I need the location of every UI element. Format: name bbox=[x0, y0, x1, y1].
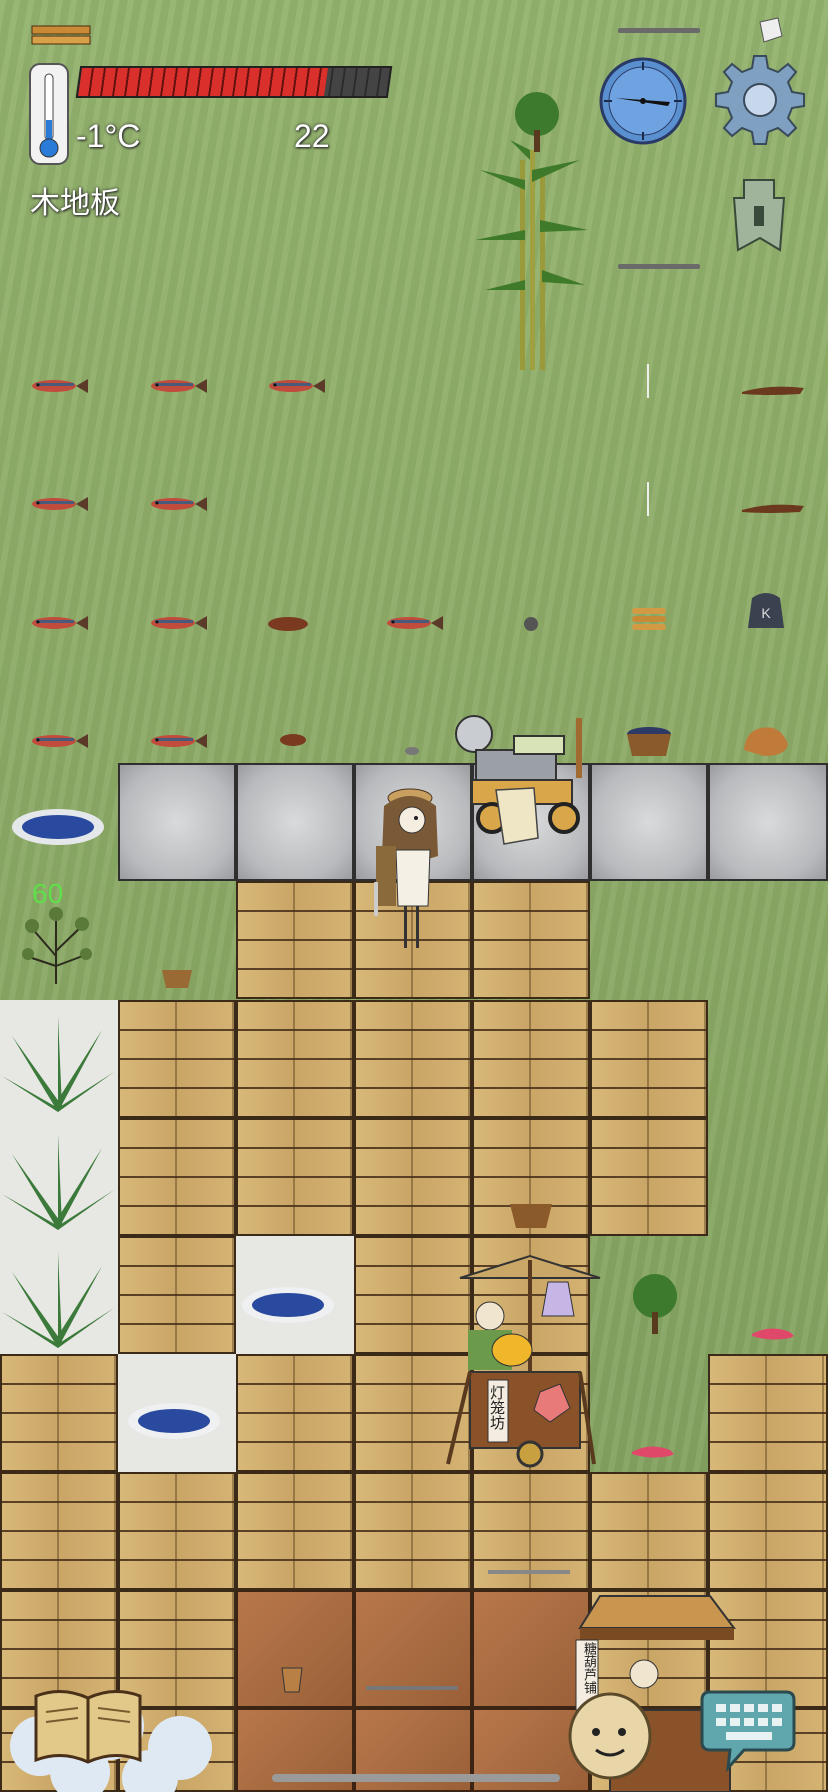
dirt-clump-item[interactable] bbox=[265, 612, 311, 632]
game-world[interactable]: K 60 灯笼坊 糖葫芦铺 bbox=[0, 0, 828, 1792]
water-pond[interactable] bbox=[240, 1284, 336, 1326]
counter-readout: 22 bbox=[294, 118, 330, 154]
bamboo-plant[interactable] bbox=[470, 140, 590, 370]
wood-floor-tile[interactable] bbox=[354, 1472, 472, 1590]
wood-floor-tile[interactable] bbox=[0, 1354, 118, 1472]
wood-floor-tile[interactable] bbox=[0, 1472, 118, 1590]
top-divider bbox=[618, 28, 700, 33]
radish-item[interactable] bbox=[630, 1442, 676, 1462]
health-bar bbox=[75, 66, 393, 98]
flatbread-stack-item[interactable] bbox=[630, 604, 668, 634]
fish-item[interactable] bbox=[145, 731, 207, 751]
wood-floor-tile[interactable] bbox=[118, 1236, 236, 1354]
small-tree[interactable] bbox=[628, 1272, 682, 1336]
fish-item[interactable] bbox=[26, 731, 88, 751]
agave-plant[interactable] bbox=[2, 1134, 114, 1234]
radish-item[interactable] bbox=[750, 1324, 796, 1344]
wood-floor-tile[interactable] bbox=[708, 1472, 828, 1590]
wooden-bucket-item[interactable] bbox=[280, 1664, 304, 1694]
book-icon[interactable] bbox=[32, 1686, 144, 1766]
wood-floor-tile[interactable] bbox=[236, 1472, 354, 1590]
home-indicator[interactable] bbox=[272, 1774, 560, 1782]
fish-item[interactable] bbox=[263, 376, 325, 396]
iron-weight-item[interactable]: K bbox=[744, 586, 788, 632]
wood-floor-tile[interactable] bbox=[590, 1118, 708, 1236]
svg-text:K: K bbox=[761, 605, 771, 621]
water-pond[interactable] bbox=[10, 806, 106, 848]
crafting-cart[interactable] bbox=[454, 710, 594, 858]
stone-item[interactable] bbox=[404, 746, 420, 756]
stone-floor-tile[interactable] bbox=[118, 763, 236, 881]
stone-floor-tile[interactable] bbox=[590, 763, 708, 881]
bone-needle-item[interactable] bbox=[645, 482, 651, 516]
potato-face-icon[interactable] bbox=[566, 1688, 654, 1780]
stone-floor-tile[interactable] bbox=[708, 763, 828, 881]
candied-haws-sign: 糖葫芦铺 bbox=[581, 1642, 596, 1694]
wood-floor-tile[interactable] bbox=[590, 1000, 708, 1118]
wood-floor-tile[interactable] bbox=[354, 1000, 472, 1118]
player-character[interactable] bbox=[372, 786, 448, 952]
fish-item[interactable] bbox=[145, 376, 207, 396]
wood-floor-tile[interactable] bbox=[236, 1354, 354, 1472]
wood-floor-tile[interactable] bbox=[236, 881, 354, 999]
wood-plank-inventory-icon[interactable] bbox=[30, 22, 92, 48]
fish-item[interactable] bbox=[26, 494, 88, 514]
wood-floor-tile[interactable] bbox=[472, 1000, 590, 1118]
gear-icon[interactable] bbox=[714, 54, 806, 146]
dirt-clump-item[interactable] bbox=[278, 730, 308, 748]
chain-item[interactable] bbox=[366, 1684, 458, 1692]
water-pond[interactable] bbox=[126, 1400, 222, 1442]
agave-plant[interactable] bbox=[2, 1016, 114, 1116]
lantern-shop-stall[interactable] bbox=[440, 1240, 620, 1470]
wood-floor-tile[interactable] bbox=[236, 1000, 354, 1118]
ancient-coin-icon[interactable] bbox=[728, 176, 790, 254]
location-label: 木地板 bbox=[30, 186, 120, 221]
basket-item[interactable] bbox=[508, 1200, 554, 1230]
clay-lump-item[interactable] bbox=[740, 720, 792, 760]
root-item[interactable] bbox=[740, 382, 806, 398]
bottom-right-divider bbox=[618, 264, 700, 269]
wood-floor-tile[interactable] bbox=[236, 1118, 354, 1236]
wood-floor-tile[interactable] bbox=[118, 1000, 236, 1118]
paper-note-icon[interactable] bbox=[756, 16, 784, 44]
fish-item[interactable] bbox=[26, 376, 88, 396]
bone-needle-item[interactable] bbox=[645, 364, 651, 398]
wood-floor-tile[interactable] bbox=[118, 1472, 236, 1590]
thermometer-icon bbox=[29, 63, 69, 165]
keyboard-chat-icon[interactable] bbox=[700, 1686, 796, 1772]
wood-floor-tile[interactable] bbox=[118, 1118, 236, 1236]
wood-floor-tile[interactable] bbox=[708, 1354, 828, 1472]
agave-plant[interactable] bbox=[2, 1252, 114, 1352]
small-tree[interactable] bbox=[510, 90, 564, 154]
plant-stat-label: 60 bbox=[32, 878, 64, 909]
lantern-shop-sign: 灯笼坊 bbox=[488, 1385, 506, 1430]
fish-item[interactable] bbox=[145, 494, 207, 514]
fish-item[interactable] bbox=[381, 613, 443, 633]
wood-floor-tile[interactable] bbox=[354, 1118, 472, 1236]
root-item[interactable] bbox=[740, 500, 806, 516]
wood-floor-tile[interactable] bbox=[590, 1472, 708, 1590]
chain-item[interactable] bbox=[488, 1568, 570, 1576]
basket-of-berries-item[interactable] bbox=[624, 724, 674, 760]
wood-floor-tile[interactable] bbox=[472, 881, 590, 999]
fish-item[interactable] bbox=[145, 613, 207, 633]
stone-floor-tile[interactable] bbox=[236, 763, 354, 881]
temperature-readout: -1°C bbox=[76, 118, 141, 154]
stone-item[interactable] bbox=[522, 616, 540, 632]
basket-item[interactable] bbox=[160, 966, 194, 990]
compass-icon[interactable] bbox=[598, 56, 688, 146]
fish-item[interactable] bbox=[26, 613, 88, 633]
